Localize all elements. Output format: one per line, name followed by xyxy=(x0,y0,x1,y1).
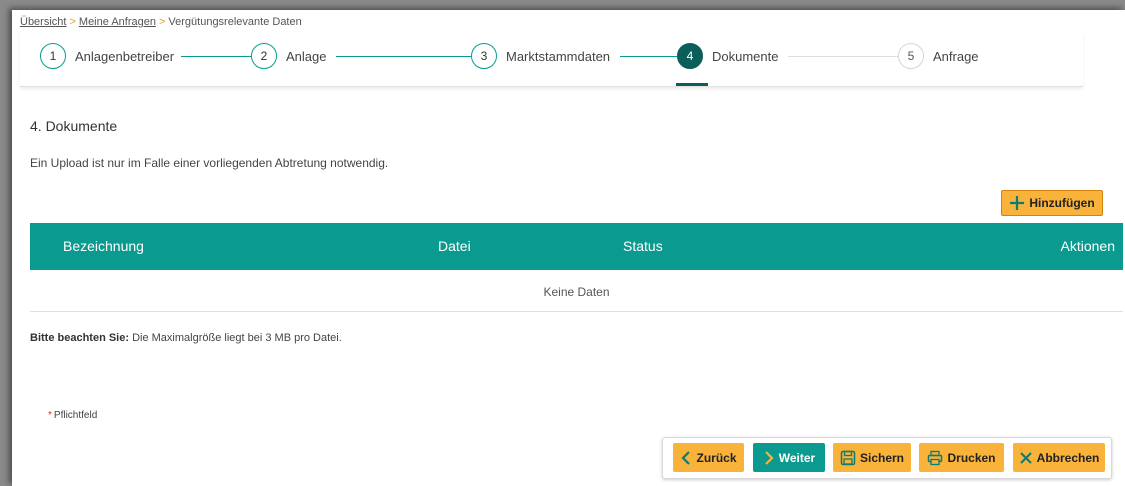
add-document-label: Hinzufügen xyxy=(1029,196,1095,210)
breadcrumb: Übersicht > Meine Anfragen > Vergütungsrelev… xyxy=(20,16,302,28)
documents-table-header: Bezeichnung Datei Status Aktionen xyxy=(30,223,1123,270)
chevron-left-icon xyxy=(681,450,691,465)
upload-info-text: Ein Upload ist nur im Falle einer vorlie… xyxy=(30,156,389,170)
column-header-status[interactable]: Status xyxy=(623,238,663,254)
breadcrumb-overview[interactable]: Übersicht xyxy=(20,16,66,28)
breadcrumb-current: Vergütungsrelevante Daten xyxy=(168,16,302,28)
step-anlage[interactable]: 2 Anlage xyxy=(251,43,326,69)
step-label: Marktstammdaten xyxy=(506,48,611,64)
column-header-bezeichnung[interactable]: Bezeichnung xyxy=(63,238,144,254)
step-connector xyxy=(181,56,251,57)
page-frame: Übersicht > Meine Anfragen > Vergütungsrelev… xyxy=(12,10,1125,486)
breadcrumb-separator: > xyxy=(69,16,76,28)
step-marktstammdaten[interactable]: 3 Marktstammdaten xyxy=(471,43,610,69)
action-bar: Zurück Weiter Sichern Drucken Abbrechen xyxy=(662,437,1112,479)
step-connector xyxy=(788,56,898,57)
back-button[interactable]: Zurück xyxy=(673,443,744,472)
step-number: 1 xyxy=(40,43,66,69)
save-label: Sichern xyxy=(859,450,904,465)
step-label: Anlage xyxy=(286,48,327,64)
print-icon xyxy=(928,450,943,465)
column-header-datei[interactable]: Datei xyxy=(438,238,471,254)
chevron-right-icon xyxy=(764,450,774,465)
note-text: Die Maximalgröße liegt bei 3 MB pro Date… xyxy=(129,332,342,344)
step-label: Anlagenbetreiber xyxy=(75,48,175,64)
progress-stepper: 1 Anlagenbetreiber 2 Anlage 3 Marktstamm… xyxy=(20,32,1083,87)
cancel-button[interactable]: Abbrechen xyxy=(1013,443,1105,472)
cancel-label: Abbrechen xyxy=(1036,450,1100,465)
print-label: Drucken xyxy=(947,450,996,465)
note-label: Bitte beachten Sie: xyxy=(30,332,130,344)
required-star: * xyxy=(48,410,52,421)
table-empty-row: Keine Daten xyxy=(30,270,1123,312)
step-label: Dokumente xyxy=(712,48,779,64)
step-anlagenbetreiber[interactable]: 1 Anlagenbetreiber xyxy=(40,43,174,69)
plus-icon xyxy=(1010,196,1025,210)
back-label: Zurück xyxy=(696,450,737,465)
save-icon xyxy=(840,450,856,465)
add-document-button[interactable]: Hinzufügen xyxy=(1001,190,1103,216)
close-icon xyxy=(1019,451,1032,464)
step-anfrage[interactable]: 5 Anfrage xyxy=(898,43,979,69)
step-connector xyxy=(620,56,677,57)
step-number: 3 xyxy=(471,43,497,69)
step-number: 5 xyxy=(898,43,924,69)
next-button[interactable]: Weiter xyxy=(753,443,825,472)
active-step-indicator xyxy=(676,83,708,86)
step-dokumente[interactable]: 4 Dokumente xyxy=(677,43,778,69)
step-number: 4 xyxy=(677,43,703,69)
file-size-note: Bitte beachten Sie: Die Maximalgröße lie… xyxy=(30,332,342,344)
breadcrumb-separator: > xyxy=(158,16,166,28)
required-label: Pflichtfeld xyxy=(53,410,98,421)
required-field-legend: * Pflichtfeld xyxy=(48,410,97,421)
save-button[interactable]: Sichern xyxy=(833,443,911,472)
step-number: 2 xyxy=(251,43,277,69)
page-title: 4. Dokumente xyxy=(30,118,118,134)
next-label: Weiter xyxy=(778,450,816,465)
step-connector xyxy=(336,56,471,57)
column-header-aktionen: Aktionen xyxy=(1060,238,1115,254)
step-label: Anfrage xyxy=(933,48,979,64)
breadcrumb-my-requests[interactable]: Meine Anfragen xyxy=(79,16,156,28)
print-button[interactable]: Drucken xyxy=(919,443,1004,472)
